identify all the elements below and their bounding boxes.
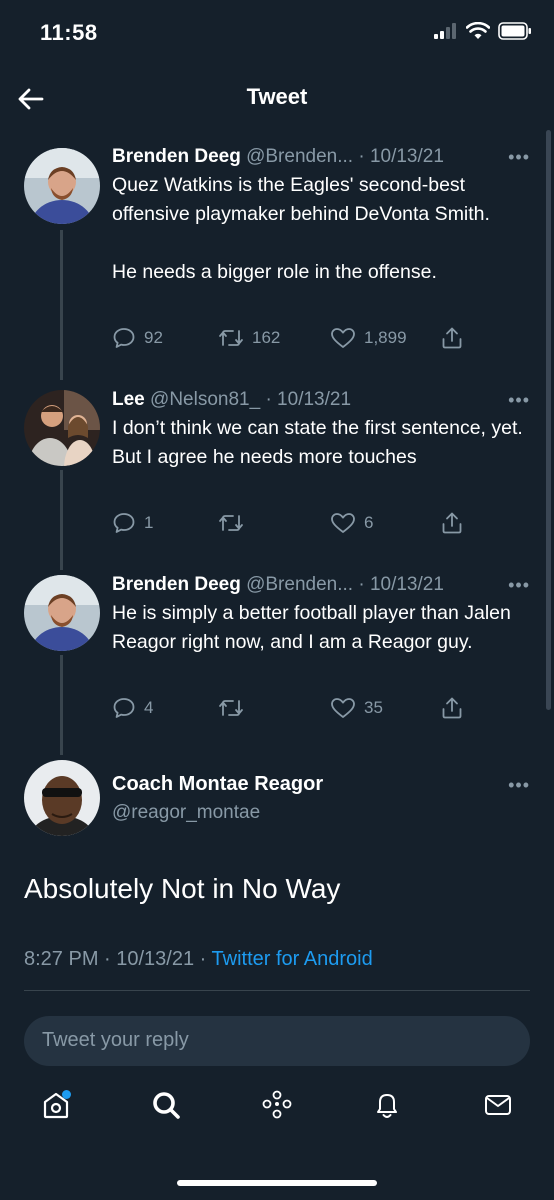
- retweet-icon: [219, 700, 243, 716]
- avatar[interactable]: [24, 148, 100, 224]
- tweet-header: Brenden Deeg @Brenden... · 10/13/21: [112, 145, 530, 169]
- heart-icon: [331, 513, 355, 533]
- retweet-icon: [219, 330, 243, 346]
- reply-icon: [113, 328, 135, 348]
- reply-button[interactable]: 92: [112, 326, 163, 350]
- tweet-body: Lee @Nelson81_ · 10/13/21 I don’t think …: [112, 388, 530, 472]
- tab-spaces[interactable]: [257, 1085, 297, 1125]
- retweet-icon: [219, 515, 243, 531]
- unread-dot: [62, 1090, 71, 1099]
- avatar-photo: [24, 760, 100, 836]
- thread-tweet[interactable]: Brenden Deeg @Brenden... · 10/13/21 He i…: [0, 573, 554, 743]
- tab-search[interactable]: [146, 1085, 186, 1125]
- heart-icon: [331, 698, 355, 718]
- handle[interactable]: @reagor_montae: [112, 802, 260, 824]
- display-name[interactable]: Brenden Deeg: [112, 146, 241, 167]
- notifications-icon: [377, 1094, 397, 1118]
- handle: @Nelson81_: [150, 389, 261, 410]
- nav-header: Tweet: [0, 72, 554, 126]
- reply-icon: [113, 698, 135, 718]
- avatar-photo: [24, 390, 100, 466]
- like-button[interactable]: 35: [330, 696, 383, 720]
- page-title: Tweet: [246, 84, 308, 109]
- status-icons: [434, 22, 532, 40]
- thread-tweet[interactable]: Lee @Nelson81_ · 10/13/21 I don’t think …: [0, 388, 554, 558]
- tweet-date: · 10/13/21: [265, 389, 352, 410]
- tweet-text: Quez Watkins is the Eagles' second-best …: [112, 174, 490, 283]
- tab-bar: [0, 1085, 554, 1145]
- tweet-timestamp: 8:27 PM · 10/13/21 ·: [24, 948, 207, 970]
- status-time: 11:58: [40, 20, 98, 45]
- tweet-body: Brenden Deeg @Brenden... · 10/13/21 He i…: [112, 573, 530, 657]
- avatar[interactable]: [24, 760, 100, 836]
- main-tweet-meta: 8:27 PM · 10/13/21 · Twitter for Android: [24, 948, 373, 971]
- wifi-icon: [466, 22, 490, 39]
- reply-icon: [113, 513, 135, 533]
- avatar-photo: [24, 575, 100, 651]
- tweet-actions: 4 35: [112, 696, 472, 726]
- tweet-actions: 1 6: [112, 511, 472, 541]
- tweet-date: · 10/13/21: [358, 146, 444, 167]
- tweet-body: Brenden Deeg @Brenden... · 10/13/21 Quez…: [112, 145, 530, 287]
- display-name[interactable]: Lee: [112, 389, 145, 410]
- like-button[interactable]: 6: [330, 511, 373, 535]
- home-indicator[interactable]: [177, 1180, 377, 1186]
- display-name[interactable]: Coach Montae Reagor: [112, 773, 323, 796]
- more-options-button[interactable]: •••: [508, 147, 530, 168]
- handle: @Brenden...: [246, 574, 354, 595]
- status-bar: 11:58: [0, 0, 554, 70]
- tweet-source-link[interactable]: Twitter for Android: [212, 948, 373, 970]
- retweet-button[interactable]: 162: [218, 326, 280, 350]
- share-button[interactable]: [440, 511, 464, 535]
- tweet-text: He is simply a better football player th…: [112, 602, 511, 653]
- avatar[interactable]: [24, 390, 100, 466]
- display-name[interactable]: Brenden Deeg: [112, 574, 241, 595]
- share-button[interactable]: [440, 326, 464, 350]
- avatar[interactable]: [24, 575, 100, 651]
- tweet-date: · 10/13/21: [358, 574, 444, 595]
- tweet-text: I don’t think we can state the first sen…: [112, 417, 523, 468]
- tab-notifications[interactable]: [367, 1085, 407, 1125]
- share-icon: [442, 327, 462, 349]
- share-icon: [442, 512, 462, 534]
- cellular-signal-icon: [434, 23, 456, 39]
- thread-tweet[interactable]: Brenden Deeg @Brenden... · 10/13/21 Quez…: [0, 145, 554, 365]
- spaces-icon: [262, 1090, 292, 1119]
- tweet-header: Lee @Nelson81_ · 10/13/21: [112, 388, 530, 412]
- like-count: 6: [364, 513, 374, 532]
- more-options-button[interactable]: •••: [508, 390, 530, 411]
- reply-count: 1: [144, 513, 154, 532]
- handle: @Brenden...: [246, 146, 354, 167]
- avatar-photo: [24, 148, 100, 224]
- search-icon: [153, 1092, 180, 1119]
- retweet-button[interactable]: [218, 511, 252, 535]
- more-options-button[interactable]: •••: [508, 575, 530, 596]
- more-options-button[interactable]: •••: [508, 775, 530, 796]
- reply-button[interactable]: 1: [112, 511, 153, 535]
- divider: [24, 990, 530, 991]
- reply-button[interactable]: 4: [112, 696, 153, 720]
- like-count: 35: [364, 698, 383, 717]
- main-tweet: Coach Montae Reagor @reagor_montae ••• A…: [0, 758, 554, 998]
- retweet-button[interactable]: [218, 696, 252, 720]
- retweet-count: 162: [252, 328, 281, 347]
- reply-count: 92: [144, 328, 163, 347]
- share-icon: [442, 697, 462, 719]
- tab-home[interactable]: [36, 1085, 76, 1125]
- like-button[interactable]: 1,899: [330, 326, 407, 350]
- messages-icon: [485, 1095, 511, 1115]
- tweet-header: Brenden Deeg @Brenden... · 10/13/21: [112, 573, 530, 597]
- like-count: 1,899: [364, 328, 407, 347]
- heart-icon: [331, 328, 355, 348]
- main-tweet-text: Absolutely Not in No Way: [24, 873, 341, 904]
- reply-input[interactable]: Tweet your reply: [24, 1016, 530, 1066]
- tab-messages[interactable]: [478, 1085, 518, 1125]
- reply-count: 4: [144, 698, 154, 717]
- tweet-actions: 92 162 1,899: [112, 326, 472, 356]
- battery-icon: [498, 22, 531, 40]
- share-button[interactable]: [440, 696, 464, 720]
